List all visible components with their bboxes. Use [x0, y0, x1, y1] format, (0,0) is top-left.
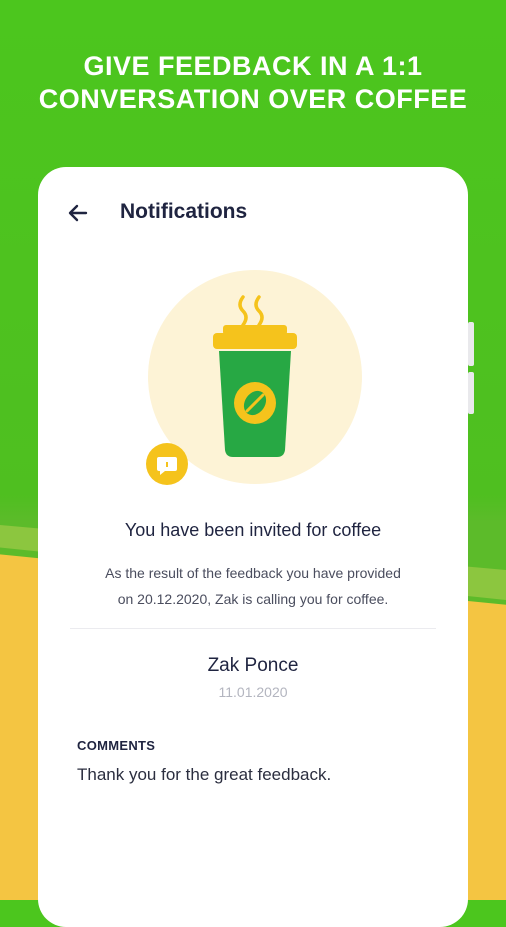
notification-description: As the result of the feedback you have p… — [68, 560, 438, 612]
phone-side-button — [468, 322, 474, 366]
comments-label: COMMENTS — [77, 738, 156, 753]
description-line: on 20.12.2020, Zak is calling you for co… — [117, 591, 389, 607]
headline-line-1: GIVE FEEDBACK IN A 1:1 — [83, 51, 423, 81]
phone-screen: Notifications You have been invited for … — [38, 167, 468, 927]
page-title: Notifications — [120, 200, 248, 223]
sent-date: 11.01.2020 — [218, 684, 288, 700]
notification-heading: You have been invited for coffee — [124, 520, 382, 540]
comment-text: Thank you for the great feedback. — [77, 765, 332, 784]
app-bar: Notifications — [38, 167, 468, 257]
phone-side-button — [468, 372, 474, 414]
headline-line-2: CONVERSATION OVER COFFEE — [38, 84, 468, 114]
arrow-left-icon[interactable] — [66, 201, 90, 225]
description-line: As the result of the feedback you have p… — [105, 565, 401, 581]
chat-bubble-icon — [145, 442, 189, 486]
divider — [70, 628, 436, 629]
promo-headline: GIVE FEEDBACK IN A 1:1 CONVERSATION OVER… — [0, 50, 506, 116]
sender-name: Zak Ponce — [207, 655, 299, 676]
